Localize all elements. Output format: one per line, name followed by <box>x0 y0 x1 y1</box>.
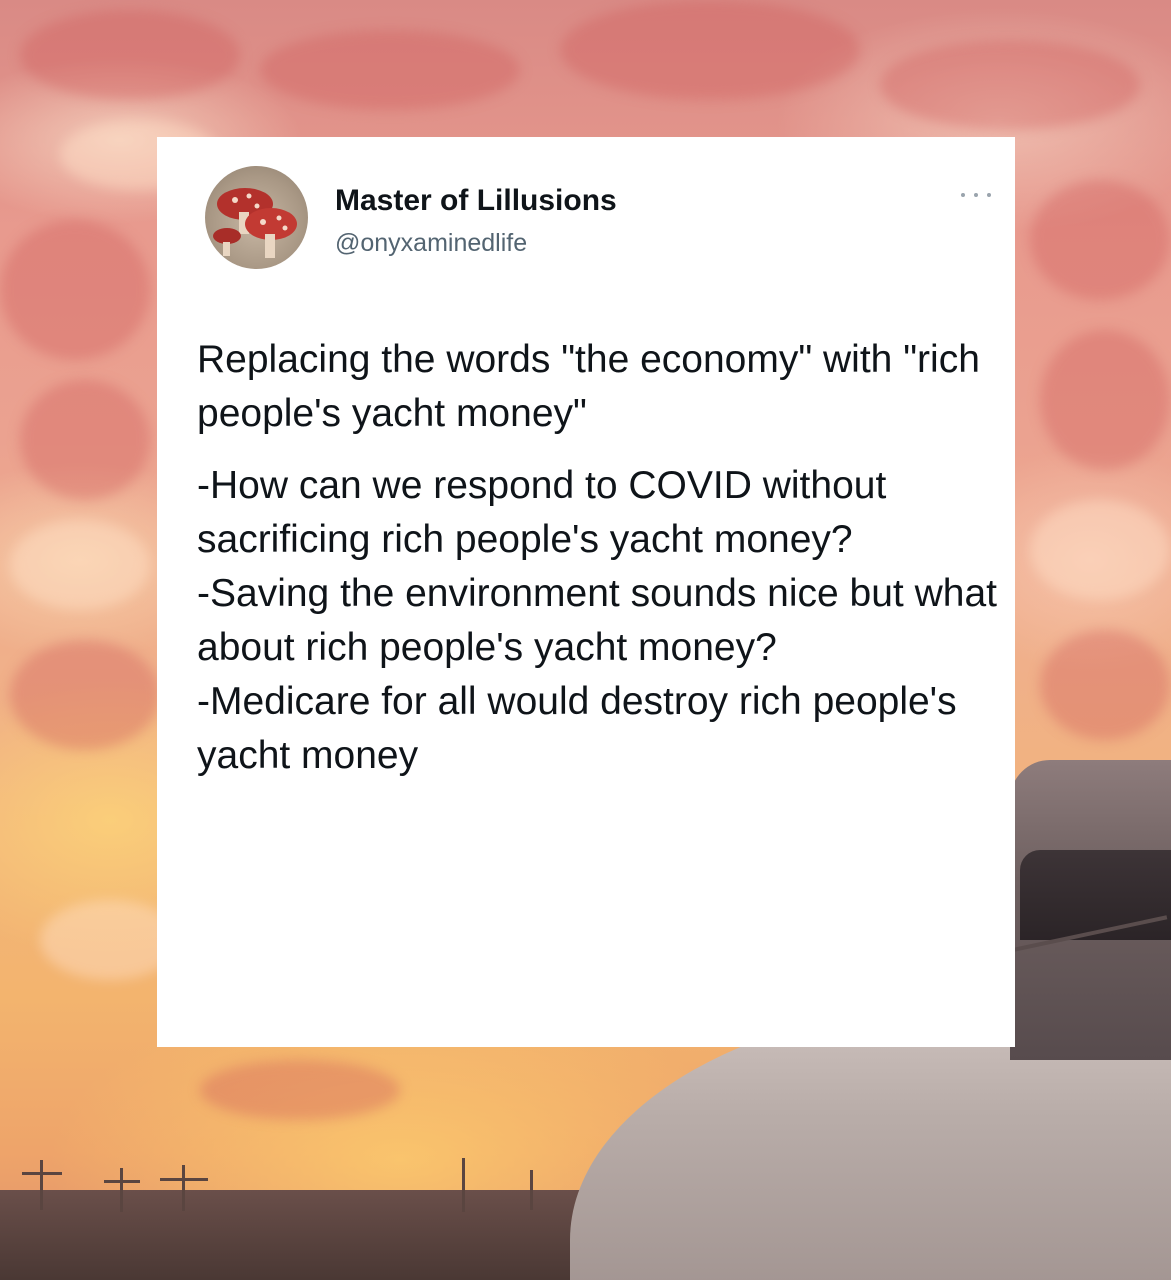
yacht-window <box>1020 850 1171 940</box>
tweet-text: Replacing the words "the economy" with "… <box>197 333 997 783</box>
author-name[interactable]: Master of Lillusions <box>335 184 617 218</box>
more-horizontal-icon[interactable] <box>961 189 991 201</box>
tweet-card: Master of Lillusions @onyxaminedlife Rep… <box>157 137 1015 1047</box>
tweet-line: -How can we respond to COVID without sac… <box>197 464 887 561</box>
tweet-intro: Replacing the words "the economy" with "… <box>197 338 980 435</box>
tweet-line: -Saving the environment sounds nice but … <box>197 572 997 669</box>
author-handle[interactable]: @onyxaminedlife <box>335 229 527 258</box>
tweet-line: -Medicare for all would destroy rich peo… <box>197 680 957 777</box>
harbor-skyline <box>0 1190 620 1280</box>
mushroom-avatar-icon[interactable] <box>205 166 308 269</box>
